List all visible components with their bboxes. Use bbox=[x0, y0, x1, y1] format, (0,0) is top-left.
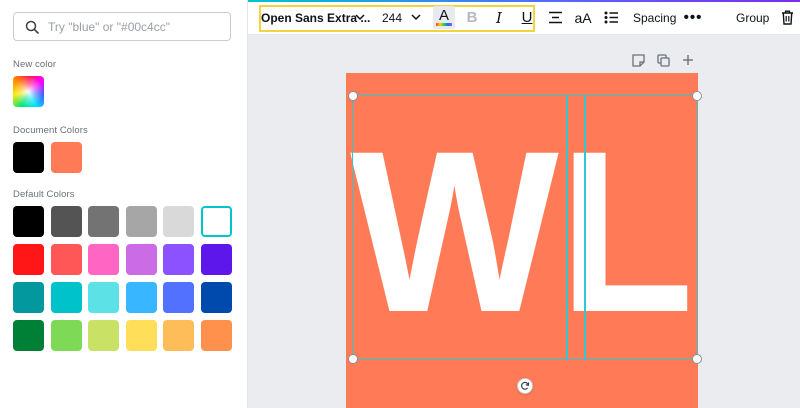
bold-button[interactable]: B bbox=[461, 6, 483, 29]
default-color-swatch[interactable] bbox=[163, 320, 194, 351]
default-color-swatch[interactable] bbox=[13, 282, 44, 313]
resize-handle-top-left[interactable] bbox=[348, 91, 358, 101]
default-color-swatch[interactable] bbox=[50, 320, 82, 351]
selection-guide bbox=[566, 96, 568, 359]
align-center-icon bbox=[548, 11, 562, 24]
default-color-swatch[interactable] bbox=[13, 206, 44, 237]
color-search[interactable] bbox=[13, 12, 231, 41]
note-icon bbox=[631, 53, 645, 67]
spacing-button[interactable]: Spacing bbox=[633, 11, 676, 25]
chevron-down-icon[interactable] bbox=[355, 13, 365, 21]
default-color-swatch[interactable] bbox=[50, 244, 82, 275]
search-icon bbox=[25, 20, 39, 34]
more-options-button[interactable]: ••• bbox=[682, 6, 704, 29]
design-page[interactable]: WL bbox=[346, 73, 702, 408]
default-color-swatch[interactable] bbox=[88, 244, 119, 275]
default-color-swatch[interactable] bbox=[200, 320, 232, 351]
default-color-swatch[interactable] bbox=[125, 282, 157, 313]
default-color-swatch[interactable] bbox=[125, 320, 157, 351]
font-family-dropdown[interactable]: Open Sans Extra ... bbox=[261, 11, 370, 25]
align-center-button[interactable] bbox=[544, 6, 566, 29]
group-button[interactable]: Group bbox=[736, 11, 769, 25]
resize-handle-bottom-right[interactable] bbox=[692, 354, 702, 364]
text-color-button[interactable]: A bbox=[433, 6, 455, 29]
default-color-swatch[interactable] bbox=[200, 206, 232, 237]
color-search-input[interactable] bbox=[48, 19, 218, 34]
document-color-swatch[interactable] bbox=[13, 142, 44, 173]
rotate-handle[interactable] bbox=[517, 378, 533, 394]
document-color-swatch[interactable] bbox=[51, 142, 82, 173]
resize-handle-top-right[interactable] bbox=[692, 91, 702, 101]
default-color-swatch[interactable] bbox=[125, 206, 157, 237]
default-color-swatch[interactable] bbox=[163, 206, 194, 237]
new-color-button[interactable] bbox=[13, 76, 44, 107]
default-color-swatch[interactable] bbox=[163, 282, 194, 313]
chevron-down-icon[interactable] bbox=[411, 13, 421, 21]
italic-button[interactable]: I bbox=[488, 6, 510, 29]
add-note-button[interactable] bbox=[630, 52, 646, 68]
text-toolbar: Open Sans Extra ... 244 A B I U aA Spaci… bbox=[248, 0, 800, 35]
trash-icon bbox=[781, 10, 793, 25]
default-color-swatch[interactable] bbox=[50, 282, 82, 313]
default-color-swatch[interactable] bbox=[50, 206, 82, 237]
default-color-swatch[interactable] bbox=[13, 320, 44, 351]
rotate-icon bbox=[521, 381, 530, 390]
color-bar-icon bbox=[436, 23, 452, 26]
underline-button[interactable]: U bbox=[516, 6, 538, 29]
default-color-swatch[interactable] bbox=[13, 244, 44, 275]
new-color-label: New color bbox=[13, 59, 57, 70]
add-page-button[interactable] bbox=[680, 52, 696, 68]
font-size-dropdown[interactable]: 244 bbox=[382, 11, 402, 25]
color-panel: New color Document Colors Default Colors bbox=[0, 0, 248, 408]
duplicate-icon bbox=[656, 53, 670, 67]
delete-button[interactable] bbox=[776, 6, 798, 29]
default-color-swatch[interactable] bbox=[200, 244, 232, 275]
selection-guide bbox=[584, 96, 586, 359]
default-color-swatch[interactable] bbox=[163, 244, 194, 275]
list-button[interactable] bbox=[600, 6, 622, 29]
add-page-icon bbox=[683, 55, 693, 65]
document-colors-label: Document Colors bbox=[13, 125, 88, 136]
editor-app: New color Document Colors Default Colors… bbox=[0, 0, 800, 408]
default-color-swatch[interactable] bbox=[88, 206, 119, 237]
resize-handle-bottom-left[interactable] bbox=[348, 354, 358, 364]
letter-case-button[interactable]: aA bbox=[572, 6, 594, 29]
default-color-swatch[interactable] bbox=[125, 244, 157, 275]
text-color-letter: A bbox=[438, 7, 449, 24]
default-color-swatch[interactable] bbox=[88, 282, 119, 313]
canvas-workspace: WL bbox=[248, 35, 800, 408]
default-colors-label: Default Colors bbox=[13, 189, 75, 200]
duplicate-page-button[interactable] bbox=[655, 52, 671, 68]
text-selection-box[interactable] bbox=[348, 91, 702, 364]
list-icon bbox=[604, 11, 618, 24]
default-color-swatch[interactable] bbox=[200, 282, 232, 313]
default-color-swatch[interactable] bbox=[88, 320, 119, 351]
